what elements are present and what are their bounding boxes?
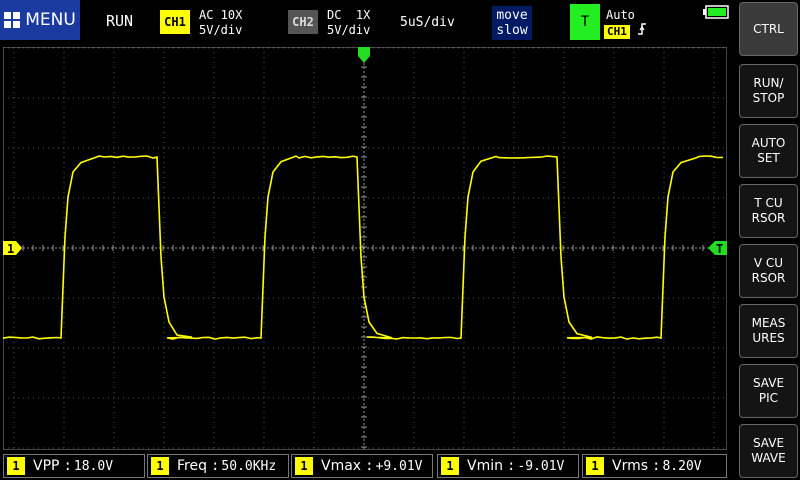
meas-label: Vmin bbox=[467, 458, 503, 474]
v-cursor-button[interactable]: V CU RSOR bbox=[739, 244, 798, 298]
meas-channel-tag: 1 bbox=[441, 457, 459, 475]
meas-label: VPP bbox=[33, 458, 60, 474]
menu-button[interactable]: MENU bbox=[0, 0, 80, 40]
ch1-settings[interactable]: AC 10X 5V/div bbox=[199, 8, 242, 38]
timebase-setting[interactable]: 5uS/div bbox=[400, 15, 455, 30]
meas-channel-tag: 1 bbox=[295, 457, 313, 475]
save-wave-button[interactable]: SAVE WAVE bbox=[739, 424, 798, 478]
ch1-badge[interactable]: CH1 bbox=[160, 10, 190, 34]
meas-label: Freq bbox=[177, 458, 207, 474]
trigger-marker-label: T bbox=[716, 242, 723, 256]
t-cursor-button[interactable]: T CU RSOR bbox=[739, 184, 798, 238]
meas-value: +9.01V bbox=[375, 458, 423, 474]
save-pic-button[interactable]: SAVE PIC bbox=[739, 364, 798, 418]
ch1-marker-label: 1 bbox=[7, 242, 14, 256]
measurement-vpp[interactable]: 1 VPP : 18.0V bbox=[3, 454, 145, 478]
battery-icon bbox=[703, 5, 729, 19]
measurement-vrms[interactable]: 1 Vrms : 8.20V bbox=[582, 454, 727, 478]
meas-label: Vrms bbox=[612, 458, 649, 474]
ch2-badge[interactable]: CH2 bbox=[288, 10, 318, 34]
speed-label: slow bbox=[496, 23, 528, 38]
rising-edge-icon bbox=[638, 23, 646, 35]
ch2-scale: 5V/div bbox=[327, 23, 371, 37]
ctrl-button[interactable]: CTRL bbox=[739, 2, 798, 56]
run-stop-button[interactable]: RUN/ STOP bbox=[739, 64, 798, 118]
auto-set-button[interactable]: AUTO SET bbox=[739, 124, 798, 178]
meas-value: -9.01V bbox=[517, 458, 565, 474]
menu-label: MENU bbox=[25, 10, 76, 30]
side-button-panel: CTRL RUN/ STOP AUTO SET T CU RSOR V CU R… bbox=[737, 0, 800, 480]
measures-button[interactable]: MEAS URES bbox=[739, 304, 798, 358]
meas-label: Vmax bbox=[321, 458, 362, 474]
meas-channel-tag: 1 bbox=[151, 457, 169, 475]
measurement-vmax[interactable]: 1 Vmax : +9.01V bbox=[291, 454, 433, 478]
measurement-freq[interactable]: 1 Freq : 50.0KHz bbox=[147, 454, 289, 478]
ch2-settings[interactable]: DC 1X 5V/div bbox=[327, 8, 370, 38]
meas-value: 50.0KHz bbox=[221, 458, 277, 474]
ch1-coupling: AC 10X bbox=[199, 8, 243, 22]
trigger-mode[interactable]: Auto bbox=[606, 8, 635, 22]
waveform-display[interactable]: 1 T bbox=[3, 47, 727, 450]
run-state-indicator[interactable]: RUN bbox=[106, 12, 133, 30]
move-speed-button[interactable]: move slow bbox=[492, 6, 532, 40]
ch1-scale: 5V/div bbox=[199, 23, 243, 37]
ch2-coupling: DC 1X bbox=[327, 8, 371, 22]
meas-value: 8.20V bbox=[662, 458, 702, 474]
grid-icon bbox=[4, 12, 21, 28]
meas-channel-tag: 1 bbox=[586, 457, 604, 475]
measurement-vmin[interactable]: 1 Vmin : -9.01V bbox=[437, 454, 579, 478]
meas-channel-tag: 1 bbox=[7, 457, 25, 475]
trigger-badge[interactable]: T bbox=[570, 4, 600, 40]
move-label: move bbox=[496, 8, 528, 23]
meas-value: 18.0V bbox=[73, 458, 114, 474]
trigger-source[interactable]: CH1 bbox=[604, 25, 630, 39]
